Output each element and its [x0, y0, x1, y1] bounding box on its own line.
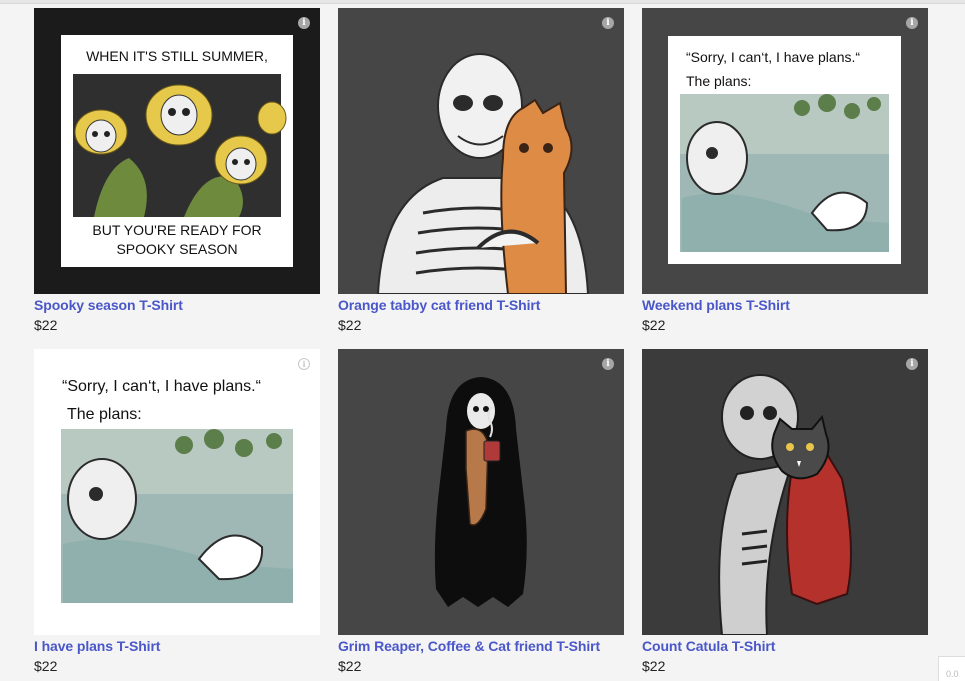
- weekend-plans-artwork: “Sorry, I can‘t, I have plans.“ The plan…: [668, 36, 901, 264]
- product-title-link[interactable]: Count Catula T-Shirt: [642, 638, 928, 655]
- product-title-link[interactable]: Grim Reaper, Coffee & Cat friend T-Shirt: [338, 638, 624, 655]
- product-image-count-catula[interactable]: i: [642, 349, 928, 635]
- artwork-quote-text: “Sorry, I can‘t, I have plans.“: [62, 378, 261, 395]
- grim-reaper-coffee-cat-artwork: [434, 377, 527, 607]
- product-image-grim-reaper[interactable]: i: [338, 349, 624, 635]
- product-card: i Grim Reaper, Coffee & Cat friend T-Shi…: [338, 349, 624, 675]
- spooky-season-artwork: WHEN IT'S STILL SUMMER, BUT YOU'RE READY…: [61, 35, 293, 267]
- info-icon[interactable]: i: [298, 17, 310, 29]
- count-catula-artwork: [718, 374, 852, 635]
- skeleton-with-tabby-cat-artwork: [376, 53, 590, 294]
- product-image-orange-tabby[interactable]: i: [338, 8, 624, 294]
- corner-badge: 0.0: [938, 656, 965, 681]
- top-edge-bar: [0, 0, 965, 4]
- product-title-link[interactable]: Spooky season T-Shirt: [34, 297, 320, 314]
- info-icon[interactable]: i: [906, 358, 918, 370]
- info-icon[interactable]: i: [298, 358, 310, 370]
- product-card: i Count Catula T-Shirt $22: [642, 349, 928, 675]
- artwork-top-text: WHEN IT'S STILL SUMMER,: [86, 48, 268, 64]
- product-card: WHEN IT'S STILL SUMMER, BUT YOU'RE READY…: [34, 8, 320, 334]
- product-image-spooky-season[interactable]: WHEN IT'S STILL SUMMER, BUT YOU'RE READY…: [34, 8, 320, 294]
- product-price: $22: [338, 317, 362, 333]
- product-price: $22: [642, 317, 666, 333]
- product-card: “Sorry, I can‘t, I have plans.“ The plan…: [34, 349, 320, 675]
- product-image-weekend-plans[interactable]: “Sorry, I can‘t, I have plans.“ The plan…: [642, 8, 928, 294]
- product-title-link[interactable]: Orange tabby cat friend T-Shirt: [338, 297, 624, 314]
- product-title-link[interactable]: Weekend plans T-Shirt: [642, 297, 928, 314]
- info-icon[interactable]: i: [602, 358, 614, 370]
- product-price: $22: [34, 317, 58, 333]
- product-card: “Sorry, I can‘t, I have plans.“ The plan…: [642, 8, 928, 334]
- product-price: $22: [642, 658, 666, 674]
- product-title-link[interactable]: I have plans T-Shirt: [34, 638, 320, 655]
- artwork-quote-text: “Sorry, I can‘t, I have plans.“: [686, 49, 860, 65]
- artwork-sub-text: The plans:: [686, 73, 751, 89]
- info-icon[interactable]: i: [906, 17, 918, 29]
- artwork-bottom-text-2: SPOOKY SEASON: [116, 241, 237, 257]
- product-card: i Orange tabby cat friend T-Shirt $22: [338, 8, 624, 334]
- product-price: $22: [34, 658, 58, 674]
- artwork-sub-text: The plans:: [67, 406, 142, 423]
- product-image-i-have-plans[interactable]: “Sorry, I can‘t, I have plans.“ The plan…: [34, 349, 320, 635]
- artwork-bottom-text-1: BUT YOU'RE READY FOR: [92, 222, 261, 238]
- info-icon[interactable]: i: [602, 17, 614, 29]
- product-price: $22: [338, 658, 362, 674]
- i-have-plans-artwork: “Sorry, I can‘t, I have plans.“ The plan…: [61, 378, 293, 603]
